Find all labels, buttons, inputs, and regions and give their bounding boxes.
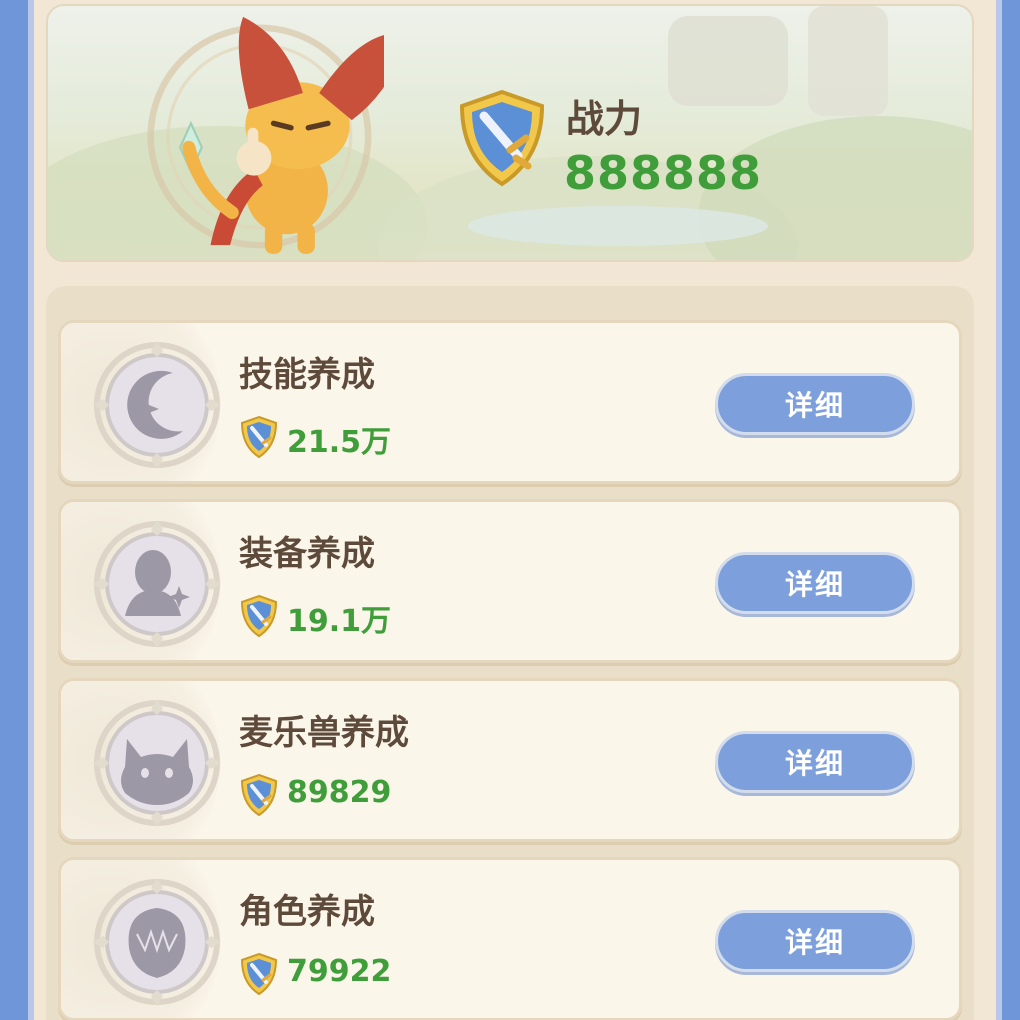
card-power-value: 89829 bbox=[287, 775, 392, 810]
detail-button[interactable]: 详细 bbox=[715, 552, 915, 614]
detail-button[interactable]: 详细 bbox=[715, 910, 915, 972]
moon-star-icon bbox=[93, 341, 221, 469]
power-shield-icon bbox=[240, 415, 278, 459]
equipment-figure-icon bbox=[93, 520, 221, 648]
cat-head-icon bbox=[93, 699, 221, 827]
list-item-pet: 麦乐兽养成 89829 详细 bbox=[58, 678, 962, 842]
list-item-character: 角色养成 79922 详细 bbox=[58, 857, 962, 1020]
character-emblem-icon bbox=[147, 16, 384, 254]
power-shield-icon bbox=[240, 773, 278, 817]
detail-button[interactable]: 详细 bbox=[715, 731, 915, 793]
power-label: 战力 bbox=[566, 97, 643, 141]
power-shield-icon bbox=[459, 89, 545, 187]
detail-button[interactable]: 详细 bbox=[715, 373, 915, 435]
card-title: 麦乐兽养成 bbox=[239, 713, 409, 753]
list-item-skill: 技能养成 21.5万 详细 bbox=[58, 320, 962, 484]
power-shield-icon bbox=[240, 594, 278, 638]
card-title: 装备养成 bbox=[239, 534, 375, 574]
list-item-equipment: 装备养成 19.1万 详细 bbox=[58, 499, 962, 663]
power-shield-icon bbox=[240, 952, 278, 996]
card-title: 技能养成 bbox=[239, 355, 375, 395]
hero-head-icon bbox=[93, 878, 221, 1006]
power-value: 888888 bbox=[564, 146, 763, 200]
card-power-value: 21.5万 bbox=[287, 425, 392, 460]
card-power-value: 79922 bbox=[287, 954, 392, 989]
card-title: 角色养成 bbox=[239, 892, 375, 932]
card-power-value: 19.1万 bbox=[287, 604, 392, 639]
